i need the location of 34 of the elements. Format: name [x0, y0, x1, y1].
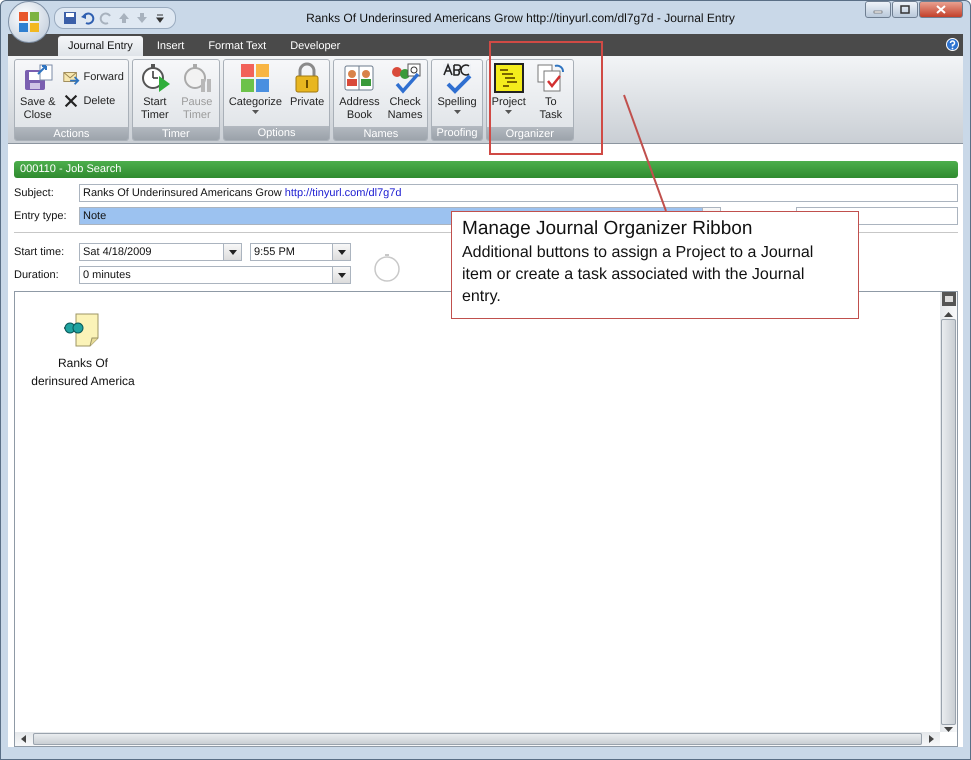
group-label: Organizer: [486, 127, 573, 140]
attachment-name: Ranks Of derinsured America: [31, 355, 135, 390]
field-label: Start time:: [14, 246, 66, 258]
ribbon-tab[interactable]: Journal Entry: [58, 36, 143, 56]
callout-text: Additional buttons to assign a Project to a Journal item or create a task associated with the Journal entry.: [462, 243, 814, 307]
ribbon-button[interactable]: Spelling: [434, 62, 480, 126]
ribbon-button[interactable]: Private: [287, 62, 328, 126]
group-label: Proofing: [432, 126, 482, 140]
group-label: Timer: [132, 127, 219, 140]
subject-field[interactable]: Ranks Of Underinsured Americans Grow http://tinyurl.com/dl7g7d: [79, 184, 958, 202]
ribbon-tab[interactable]: Developer: [280, 36, 350, 56]
ribbon-button[interactable]: To Task: [530, 62, 571, 127]
ribbon-tab[interactable]: Format Text: [198, 36, 276, 56]
group-label: Actions: [15, 127, 128, 140]
ribbon-button[interactable]: Project: [488, 62, 529, 127]
field-label: Subject:: [14, 187, 55, 199]
ribbon-button[interactable]: Address Book: [336, 62, 383, 127]
ribbon-tab[interactable]: Insert: [146, 36, 194, 56]
link[interactable]: http://tinyurl.com/dl7g7d: [284, 187, 402, 199]
field-label: Duration:: [14, 269, 60, 281]
ribbon-button[interactable]: Forward: [60, 68, 126, 86]
time-field[interactable]: 9:55 PM: [250, 243, 351, 261]
date-field[interactable]: Sat 4/18/2009: [79, 243, 242, 261]
field-label: Entry type:: [14, 210, 68, 222]
group-label: Names: [334, 127, 428, 140]
journal-header: 000110 - Job Search: [14, 161, 958, 178]
group-label: Options: [224, 126, 330, 140]
ribbon-button[interactable]: Start Timer: [134, 62, 175, 127]
ribbon-button[interactable]: Categorize: [226, 62, 286, 126]
duration-field[interactable]: 0 minutes: [79, 266, 351, 284]
window-title: Ranks Of Underinsured Americans Grow http://tinyurl.com/dl7g7d - Journal Entry: [305, 10, 736, 24]
ribbon-button[interactable]: Save & Close: [17, 62, 58, 127]
ribbon-button[interactable]: Check Names: [384, 62, 426, 127]
ribbon-button[interactable]: Delete: [60, 92, 126, 110]
